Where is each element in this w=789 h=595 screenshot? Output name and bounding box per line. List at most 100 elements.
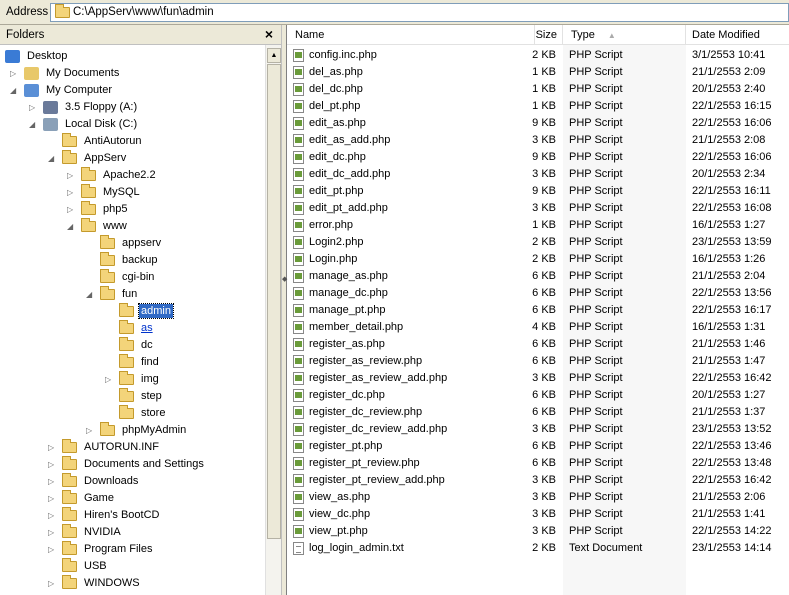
tree-item[interactable]: ▷ My Documents [10, 65, 121, 82]
tree-item[interactable]: step [119, 387, 164, 405]
tree-item[interactable]: ▷ Documents and Settings [48, 455, 206, 473]
tree-item[interactable]: find [119, 353, 161, 371]
tree-item[interactable]: ▷ phpMyAdmin [86, 421, 188, 439]
file-row[interactable]: error.php 1 KB PHP Script 16/1/2553 1:27 [287, 217, 789, 234]
tree-scrollbar[interactable]: ▲ [265, 45, 281, 595]
address-input[interactable]: C:\AppServ\www\fun\admin [50, 3, 789, 22]
file-row[interactable]: Login2.php 2 KB PHP Script 23/1/2553 13:59 [287, 234, 789, 251]
expand-icon[interactable]: ▷ [48, 507, 58, 524]
close-icon[interactable]: × [265, 26, 273, 42]
tree-item[interactable]: ▷ NVIDIA [48, 523, 123, 541]
tree-item[interactable]: appserv [100, 234, 163, 252]
file-row[interactable]: edit_dc_add.php 3 KB PHP Script 20/1/2553 2… [287, 166, 789, 183]
column-header-date[interactable]: Date Modified [686, 25, 789, 45]
collapse-icon[interactable]: ◢ [29, 116, 39, 133]
tree-item[interactable]: ▷ php5 [67, 200, 129, 218]
expand-icon[interactable]: ▷ [67, 167, 77, 184]
tree-item[interactable]: backup [100, 251, 159, 269]
file-size: 2 KB [532, 253, 556, 265]
tree-item[interactable]: as [119, 319, 155, 337]
file-row[interactable]: view_as.php 3 KB PHP Script 21/1/2553 2:06 [287, 489, 789, 506]
collapse-icon[interactable]: ◢ [10, 82, 20, 99]
file-row[interactable]: register_dc_review.php 6 KB PHP Script 21/1… [287, 404, 789, 421]
expand-icon[interactable]: ▷ [48, 490, 58, 507]
file-row[interactable]: config.inc.php 2 KB PHP Script 3/1/2553 10:… [287, 47, 789, 64]
tree-item[interactable]: ▷ Apache2.2 [67, 166, 158, 184]
file-row[interactable]: register_as_review_add.php 3 KB PHP Script… [287, 370, 789, 387]
collapse-icon[interactable]: ◢ [67, 218, 77, 235]
scroll-thumb[interactable] [267, 64, 281, 539]
folders-title: Folders [6, 29, 45, 41]
file-row[interactable]: register_pt_review.php 6 KB PHP Script 22/1… [287, 455, 789, 472]
file-row[interactable]: register_dc.php 6 KB PHP Script 20/1/2553 1… [287, 387, 789, 404]
tree-item[interactable]: ◢ AppServ [48, 149, 128, 167]
tree-item[interactable]: AntiAutorun [62, 132, 143, 150]
tree-item-label: store [141, 407, 166, 420]
expand-icon[interactable]: ▷ [48, 524, 58, 541]
tree-item[interactable]: dc [119, 336, 155, 354]
tree-item[interactable]: cgi-bin [100, 268, 156, 286]
expand-icon[interactable]: ▷ [10, 65, 20, 82]
tree-item[interactable]: ◢ www [67, 217, 129, 235]
tree-item[interactable]: ◢ fun [86, 285, 139, 303]
file-name: view_pt.php [309, 525, 368, 537]
file-row[interactable]: del_pt.php 1 KB PHP Script 22/1/2553 16:15 [287, 98, 789, 115]
tree-item[interactable]: ◢ Local Disk (C:) [29, 116, 139, 133]
column-header-name[interactable]: Name [287, 25, 535, 45]
file-date: 22/1/2553 13:46 [692, 440, 772, 452]
file-row[interactable]: register_pt.php 6 KB PHP Script 22/1/2553 1… [287, 438, 789, 455]
file-row[interactable]: edit_pt_add.php 3 KB PHP Script 22/1/2553 1… [287, 200, 789, 217]
tree-item[interactable]: ▷ img [105, 370, 161, 388]
tree-item[interactable]: ▷ Downloads [48, 472, 140, 490]
expand-icon[interactable]: ▷ [86, 422, 96, 439]
tree-item[interactable]: Desktop [5, 48, 69, 65]
file-row[interactable]: register_pt_review_add.php 3 KB PHP Script… [287, 472, 789, 489]
expand-icon[interactable]: ▷ [48, 456, 58, 473]
tree-item[interactable]: ▷ Hiren's BootCD [48, 506, 161, 524]
expand-icon[interactable]: ▷ [48, 575, 58, 592]
column-header-size[interactable]: Size [535, 25, 563, 45]
file-row[interactable]: member_detail.php 4 KB PHP Script 16/1/2553… [287, 319, 789, 336]
expand-icon[interactable]: ▷ [29, 99, 39, 116]
tree-item[interactable]: USB [62, 557, 109, 575]
file-row[interactable]: edit_as.php 9 KB PHP Script 22/1/2553 16:06 [287, 115, 789, 132]
file-row[interactable]: manage_pt.php 6 KB PHP Script 22/1/2553 16:… [287, 302, 789, 319]
expand-icon[interactable]: ▷ [48, 541, 58, 558]
scroll-up-button[interactable]: ▲ [267, 48, 281, 63]
file-row[interactable]: manage_dc.php 6 KB PHP Script 22/1/2553 13:… [287, 285, 789, 302]
tree-item[interactable]: ▷ 3.5 Floppy (A:) [29, 99, 139, 116]
tree-item[interactable]: ▷ AUTORUN.INF [48, 438, 161, 456]
collapse-icon[interactable]: ◢ [48, 150, 58, 167]
file-row[interactable]: edit_pt.php 9 KB PHP Script 22/1/2553 16:11 [287, 183, 789, 200]
tree-item[interactable]: store [119, 404, 167, 422]
tree-item[interactable]: ▷ MySQL [67, 183, 142, 201]
folder-icon [100, 234, 116, 252]
column-header-type[interactable]: Type ▲ [563, 25, 686, 45]
folder-icon [62, 438, 78, 456]
file-row[interactable]: edit_dc.php 9 KB PHP Script 22/1/2553 16:06 [287, 149, 789, 166]
file-row[interactable]: log_login_admin.txt 2 KB Text Document 23/1… [287, 540, 789, 557]
tree-item[interactable]: ▷ Program Files [48, 540, 154, 558]
file-row[interactable]: view_dc.php 3 KB PHP Script 21/1/2553 1:41 [287, 506, 789, 523]
file-row[interactable]: view_pt.php 3 KB PHP Script 22/1/2553 14:22 [287, 523, 789, 540]
file-row[interactable]: edit_as_add.php 3 KB PHP Script 21/1/2553 2… [287, 132, 789, 149]
file-row[interactable]: del_as.php 1 KB PHP Script 21/1/2553 2:09 [287, 64, 789, 81]
file-row[interactable]: register_dc_review_add.php 3 KB PHP Script… [287, 421, 789, 438]
file-row[interactable]: register_as.php 6 KB PHP Script 21/1/2553 1… [287, 336, 789, 353]
file-row[interactable]: del_dc.php 1 KB PHP Script 20/1/2553 2:40 [287, 81, 789, 98]
expand-icon[interactable]: ▷ [105, 371, 115, 388]
file-type: PHP Script [569, 372, 623, 384]
tree-item[interactable]: ▷ WINDOWS [48, 574, 142, 592]
expand-icon[interactable]: ▷ [48, 473, 58, 490]
folder-icon [119, 370, 135, 388]
expand-icon[interactable]: ▷ [67, 201, 77, 218]
tree-item[interactable]: ◢ My Computer [10, 82, 114, 99]
tree-item[interactable]: ▷ Game [48, 489, 116, 507]
expand-icon[interactable]: ▷ [48, 439, 58, 456]
tree-item[interactable]: admin [119, 302, 174, 320]
file-row[interactable]: register_as_review.php 6 KB PHP Script 21/1… [287, 353, 789, 370]
file-row[interactable]: Login.php 2 KB PHP Script 16/1/2553 1:26 [287, 251, 789, 268]
file-row[interactable]: manage_as.php 6 KB PHP Script 21/1/2553 2:0… [287, 268, 789, 285]
expand-icon[interactable]: ▷ [67, 184, 77, 201]
collapse-icon[interactable]: ◢ [86, 286, 96, 303]
